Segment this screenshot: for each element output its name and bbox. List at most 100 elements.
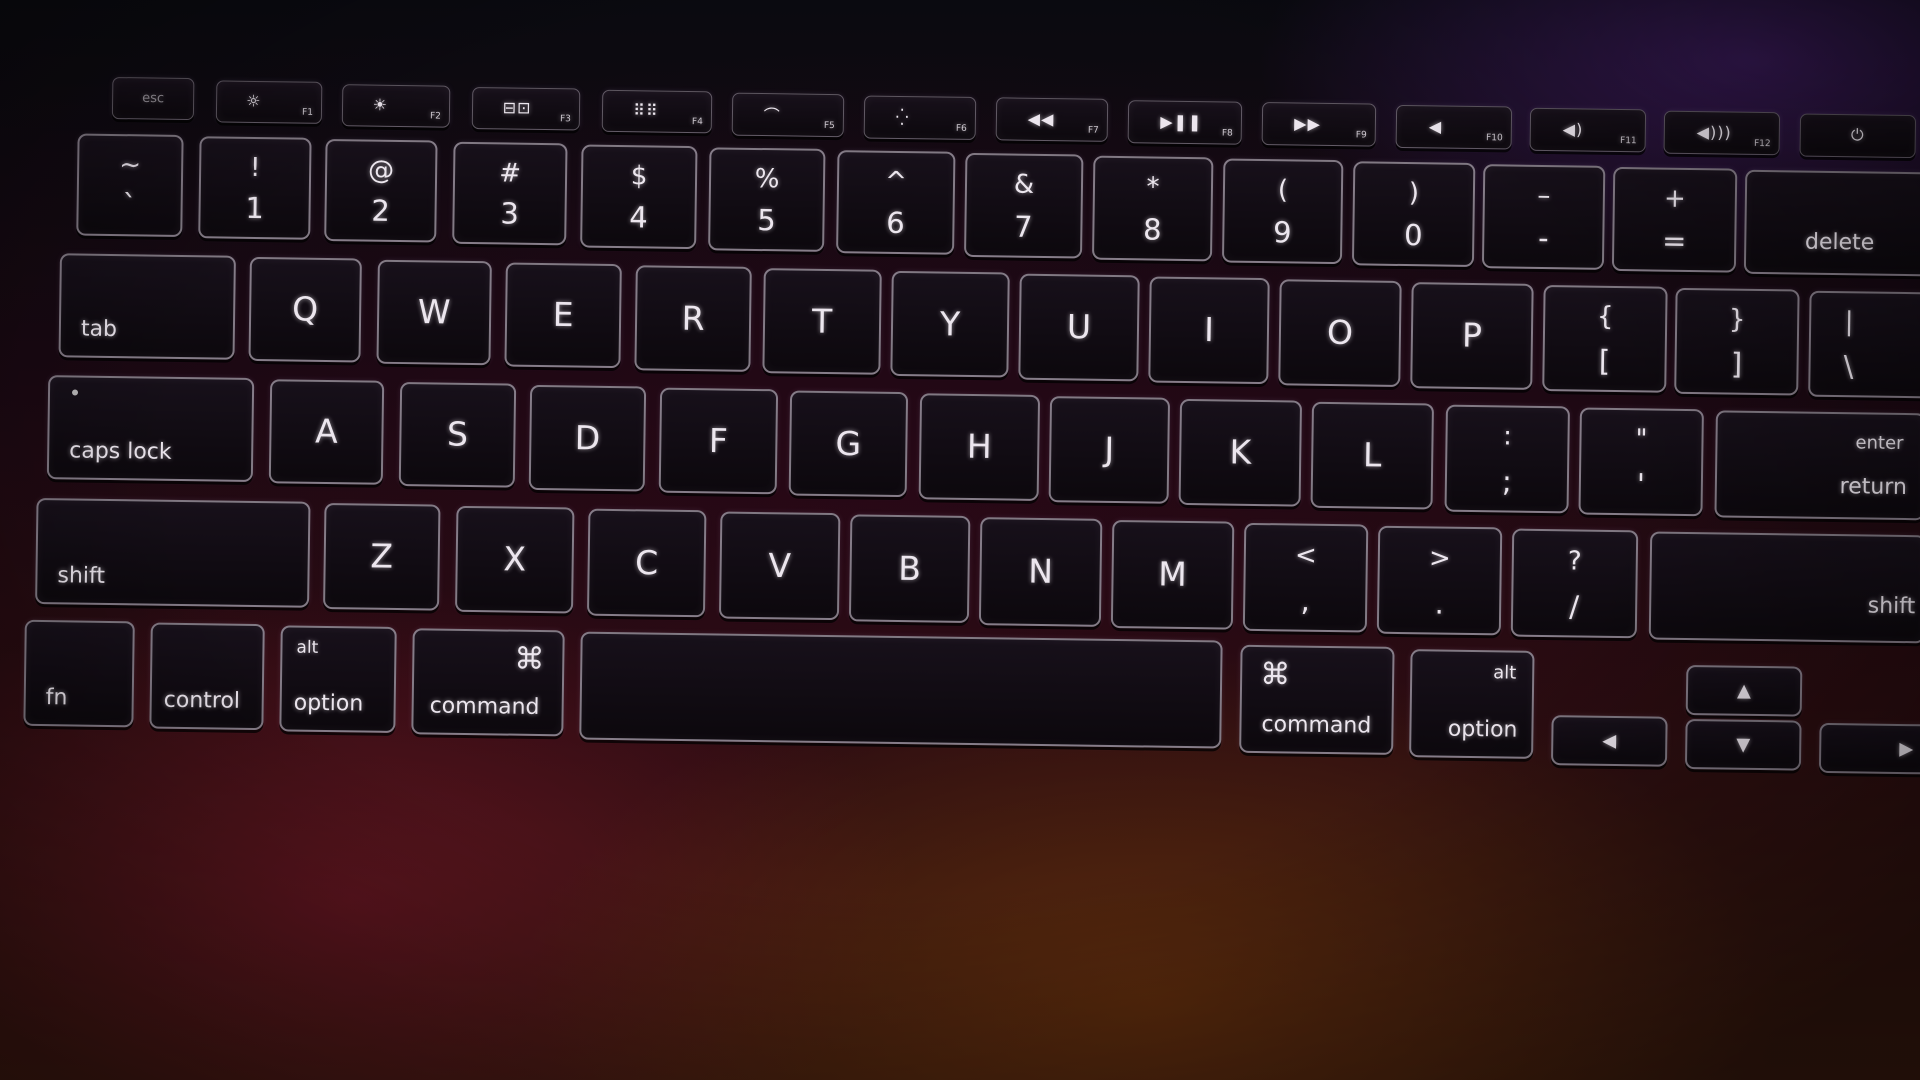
control-key[interactable]: control	[149, 622, 265, 731]
key-8[interactable]: * 8	[1091, 155, 1214, 262]
key-u[interactable]: U	[1018, 273, 1140, 382]
key-comma-base: ,	[1300, 583, 1311, 618]
f2-key[interactable]: ☀ F2	[341, 84, 451, 128]
f12-key[interactable]: ◀))) F12	[1663, 110, 1781, 156]
return-key[interactable]: enter return	[1714, 410, 1920, 521]
arrow-right-key[interactable]: ▶	[1818, 722, 1920, 775]
f6-key[interactable]: ⁛ F6	[863, 95, 977, 141]
key-0-base: 0	[1403, 218, 1423, 253]
key-2-shift: @	[367, 155, 395, 186]
key-x[interactable]: X	[454, 505, 575, 614]
key-y[interactable]: Y	[890, 270, 1010, 378]
key-backslash[interactable]: | \	[1808, 290, 1920, 399]
key-0[interactable]: ) 0	[1351, 161, 1476, 268]
key-t[interactable]: T	[762, 268, 882, 375]
key-3-base: 3	[500, 196, 520, 231]
key-9-shift: (	[1277, 175, 1289, 206]
key-o-label: O	[1326, 312, 1354, 353]
key-d[interactable]: D	[528, 384, 647, 492]
key-c[interactable]: C	[586, 508, 707, 618]
f5-key[interactable]: ⌒ F5	[731, 92, 845, 138]
left-command-key[interactable]: ⌘ command	[411, 628, 565, 737]
right-command-key[interactable]: ⌘ command	[1239, 644, 1395, 755]
caps-lock-indicator	[71, 389, 79, 396]
key-v[interactable]: V	[718, 511, 841, 621]
key-m[interactable]: M	[1110, 519, 1235, 630]
key-6[interactable]: ^ 6	[836, 150, 956, 255]
key-left-bracket[interactable]: { [	[1542, 284, 1668, 393]
f1-key[interactable]: ☼ F1	[215, 80, 323, 124]
key-slash[interactable]: ? /	[1510, 528, 1639, 639]
key-2[interactable]: @ 2	[324, 138, 438, 243]
arrow-up-key[interactable]: ▲	[1685, 665, 1803, 717]
f8-key-label: F8	[1221, 128, 1233, 139]
right-shift-key[interactable]: shift	[1648, 531, 1920, 644]
f4-key[interactable]: ⠿⠿ F4	[601, 89, 713, 134]
f7-key[interactable]: ◀◀ F7	[995, 97, 1109, 142]
key-g[interactable]: G	[788, 390, 909, 498]
key-minus[interactable]: – -	[1481, 164, 1606, 270]
key-right-bracket-base: ]	[1730, 346, 1743, 381]
key-f[interactable]: F	[658, 387, 779, 495]
caps-lock-key[interactable]: caps lock	[46, 375, 255, 482]
f8-key[interactable]: ▶❚❚ F8	[1127, 100, 1243, 145]
f6-key-label: F6	[955, 123, 967, 134]
key-r-label: R	[681, 298, 705, 338]
arrow-down-key[interactable]: ▼	[1684, 719, 1802, 771]
tab-key[interactable]: tab	[58, 253, 236, 360]
left-shift-key[interactable]: shift	[35, 497, 311, 608]
key-b[interactable]: B	[848, 514, 971, 623]
key-s[interactable]: S	[398, 382, 517, 488]
key-backslash-base: \	[1843, 348, 1854, 384]
key-semicolon[interactable]: : ;	[1444, 404, 1570, 514]
key-x-label: X	[503, 539, 527, 579]
key-comma[interactable]: < ,	[1242, 522, 1369, 633]
power-key[interactable]: ⏻	[1799, 113, 1917, 159]
key-o[interactable]: O	[1278, 279, 1402, 387]
key-q[interactable]: Q	[248, 256, 362, 363]
tab-key-label: tab	[80, 316, 118, 343]
key-z[interactable]: Z	[323, 502, 441, 611]
key-p[interactable]: P	[1410, 282, 1534, 390]
key-4-shift: $	[630, 161, 648, 192]
key-5-shift: %	[754, 163, 780, 195]
key-4[interactable]: $ 4	[580, 144, 698, 250]
key-n[interactable]: N	[978, 517, 1103, 627]
key-3[interactable]: # 3	[452, 141, 568, 246]
right-option-key[interactable]: alt option	[1409, 649, 1535, 759]
f3-key[interactable]: ⊟⊡ F3	[471, 86, 581, 131]
key-1[interactable]: ! 1	[198, 136, 312, 240]
key-a[interactable]: A	[268, 379, 385, 485]
key-h[interactable]: H	[918, 393, 1041, 501]
delete-key[interactable]: delete	[1743, 169, 1920, 277]
key-e[interactable]: E	[504, 262, 622, 369]
arrow-left-key[interactable]: ◀	[1550, 715, 1668, 767]
key-9[interactable]: ( 9	[1221, 158, 1344, 265]
space-bar[interactable]	[579, 631, 1223, 749]
key-right-bracket[interactable]: } ]	[1674, 287, 1800, 396]
key-1-shift: !	[249, 152, 261, 183]
key-w[interactable]: W	[376, 259, 492, 366]
key-equals[interactable]: + =	[1611, 166, 1738, 273]
key-k[interactable]: K	[1178, 398, 1303, 507]
key-quote[interactable]: " '	[1578, 407, 1704, 517]
key-5[interactable]: % 5	[708, 147, 826, 252]
brightness-down-icon: ☼	[246, 91, 262, 111]
key-j[interactable]: J	[1048, 396, 1171, 504]
key-r[interactable]: R	[634, 265, 752, 372]
key-3-shift: #	[499, 158, 522, 189]
key-backtick[interactable]: ~ `	[76, 133, 184, 237]
key-v-label: V	[768, 545, 792, 585]
f10-key[interactable]: ◀ F10	[1395, 104, 1513, 150]
fn-key[interactable]: fn	[23, 619, 135, 728]
key-period[interactable]: > .	[1376, 525, 1503, 636]
esc-key[interactable]: esc	[111, 76, 195, 121]
key-l[interactable]: L	[1310, 401, 1435, 510]
key-y-label: Y	[939, 303, 961, 344]
f11-key[interactable]: ◀) F11	[1529, 107, 1647, 153]
key-7[interactable]: & 7	[964, 152, 1084, 259]
key-i[interactable]: I	[1148, 276, 1270, 385]
f9-key[interactable]: ▶▶ F9	[1261, 102, 1377, 147]
left-option-key[interactable]: alt option	[279, 625, 397, 733]
key-question-shift: ?	[1567, 545, 1582, 577]
